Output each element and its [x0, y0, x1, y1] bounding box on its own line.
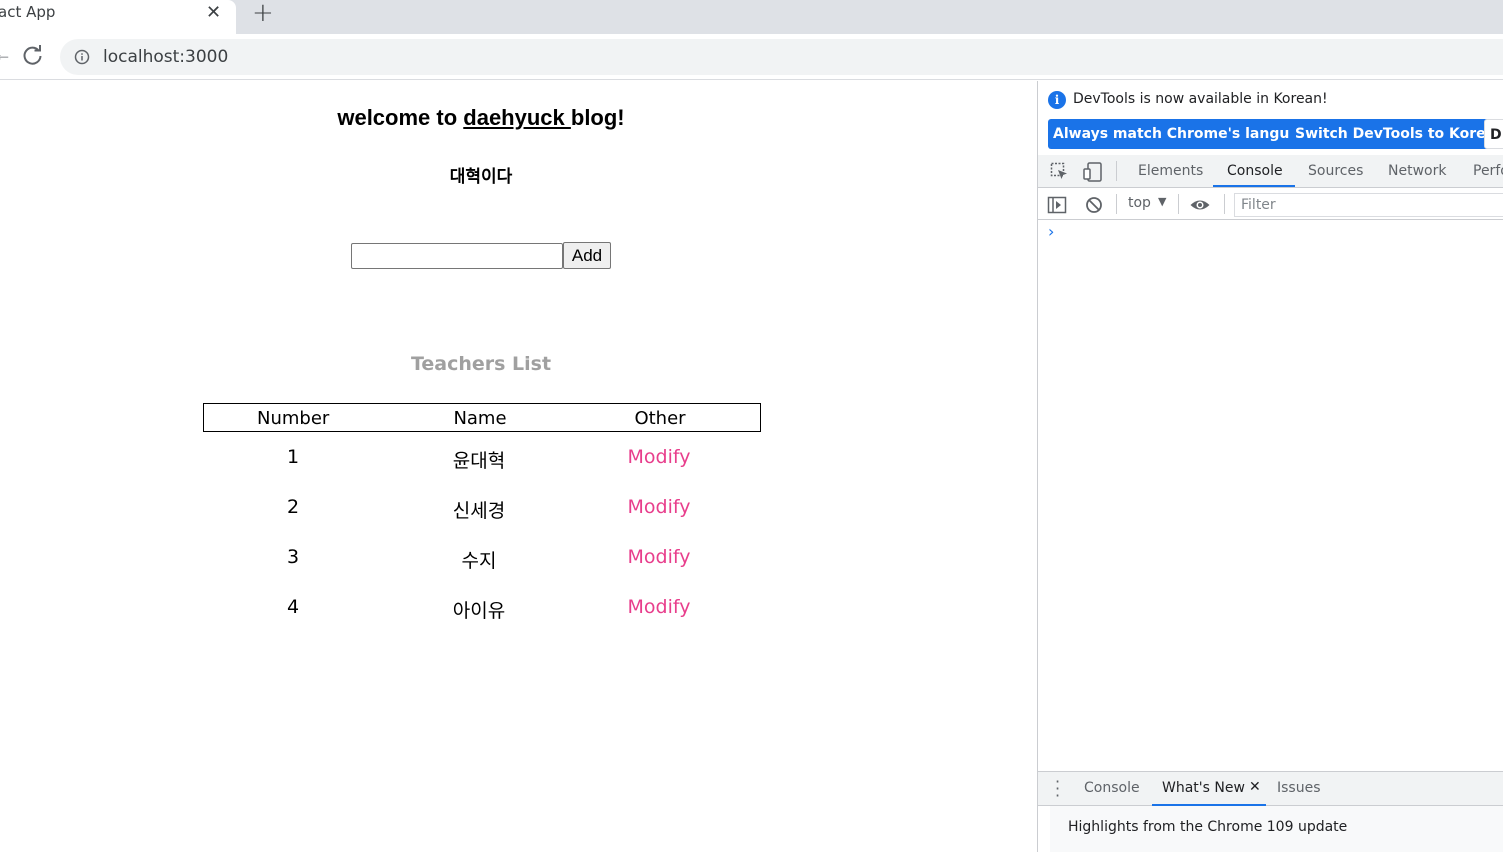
devtools-panel: i DevTools is now available in Korean! A… [1037, 81, 1503, 852]
drawer-tab-issues[interactable]: Issues [1277, 780, 1321, 796]
dont-show-again-button[interactable]: D [1484, 119, 1503, 149]
table-row: 1 윤대혁 Modify [203, 446, 761, 476]
title-link[interactable]: daehyuck [463, 105, 571, 130]
sidebar-toggle-icon[interactable] [1047, 195, 1067, 215]
drawer-tab-whats-new[interactable]: What's New [1162, 780, 1245, 796]
tab-close-icon[interactable]: ✕ [206, 2, 221, 23]
row-name: 아이유 [452, 600, 506, 622]
tab-strip: act App ✕ + [0, 0, 1503, 34]
filter-input[interactable]: Filter [1234, 193, 1503, 217]
clear-console-icon[interactable] [1084, 195, 1104, 215]
toolbar-divider [1178, 194, 1179, 214]
row-number: 3 [286, 546, 300, 568]
site-info-icon[interactable] [74, 49, 90, 65]
header-name: Name [453, 408, 507, 429]
toolbar-divider [1116, 194, 1117, 214]
table-header: Number Name Other [203, 403, 761, 432]
new-tab-icon[interactable]: + [252, 0, 274, 28]
language-notice: DevTools is now available in Korean! [1073, 91, 1328, 107]
device-toolbar-icon[interactable] [1082, 161, 1104, 183]
info-icon: i [1048, 91, 1066, 109]
modify-link[interactable]: Modify [619, 496, 699, 518]
title-suffix: blog! [570, 105, 625, 130]
tab-sources[interactable]: Sources [1308, 163, 1363, 179]
table-row: 2 신세경 Modify [203, 496, 761, 526]
title-prefix: welcome to [337, 105, 464, 130]
row-number: 4 [286, 596, 300, 618]
context-selector[interactable]: top [1128, 195, 1151, 211]
table-row: 3 수지 Modify [203, 546, 761, 576]
filter-placeholder: Filter [1241, 197, 1276, 213]
tab-divider [1116, 161, 1117, 181]
console-toolbar: top ▼ Filter [1038, 189, 1503, 220]
always-match-language-button[interactable]: Always match Chrome's language [1048, 119, 1324, 149]
chevron-down-icon[interactable]: ▼ [1158, 195, 1166, 208]
drawer-tab-close-icon[interactable]: ✕ [1249, 779, 1261, 795]
teacher-name-input[interactable] [351, 243, 563, 269]
row-name: 윤대혁 [452, 450, 506, 472]
modify-link[interactable]: Modify [619, 446, 699, 468]
tab-console[interactable]: Console [1227, 163, 1283, 179]
whats-new-headline[interactable]: Highlights from the Chrome 109 update [1068, 819, 1347, 835]
address-bar[interactable]: localhost:3000 [60, 39, 1503, 75]
tab-title: act App [0, 3, 56, 21]
header-other: Other [634, 408, 686, 429]
page-title: welcome to daehyuck blog! [0, 105, 962, 131]
more-options-icon[interactable]: · · · [1055, 774, 1060, 804]
modify-link[interactable]: Modify [619, 546, 699, 568]
page-content: welcome to daehyuck blog! 대혁이다 Add Teach… [0, 81, 1037, 852]
modify-link[interactable]: Modify [619, 596, 699, 618]
row-number: 2 [286, 496, 300, 518]
url-text[interactable]: localhost:3000 [103, 47, 228, 67]
list-title: Teachers List [410, 353, 552, 375]
browser-toolbar: ← localhost:3000 [0, 34, 1503, 80]
whats-new-panel: Highlights from the Chrome 109 update [1050, 806, 1503, 852]
toolbar-divider [1224, 194, 1225, 214]
devtools-tab-bar: Elements Console Sources Network Perfo [1038, 155, 1503, 188]
add-button[interactable]: Add [563, 242, 611, 269]
eye-icon[interactable] [1189, 195, 1211, 215]
drawer-tab-console[interactable]: Console [1084, 780, 1140, 796]
active-tab-indicator [1213, 185, 1295, 187]
tab-performance[interactable]: Perfo [1473, 163, 1503, 179]
browser-tab[interactable]: act App ✕ [0, 0, 236, 34]
row-number: 1 [286, 446, 300, 468]
reload-icon[interactable] [20, 42, 46, 68]
inspect-element-icon[interactable] [1050, 162, 1070, 182]
page-subtitle: 대혁이다 [449, 167, 513, 187]
tab-network[interactable]: Network [1388, 163, 1446, 179]
row-name: 수지 [461, 550, 497, 572]
drawer-tab-bar: · · · Console What's New ✕ Issues [1038, 771, 1503, 806]
back-arrow-icon[interactable]: ← [0, 44, 12, 65]
tab-elements[interactable]: Elements [1138, 163, 1203, 179]
table-row: 4 아이유 Modify [203, 596, 761, 626]
console-prompt-icon[interactable]: › [1048, 222, 1054, 241]
row-name: 신세경 [452, 500, 506, 522]
switch-to-korean-button[interactable]: Switch DevTools to Korean [1290, 119, 1503, 149]
header-number: Number [257, 408, 330, 429]
